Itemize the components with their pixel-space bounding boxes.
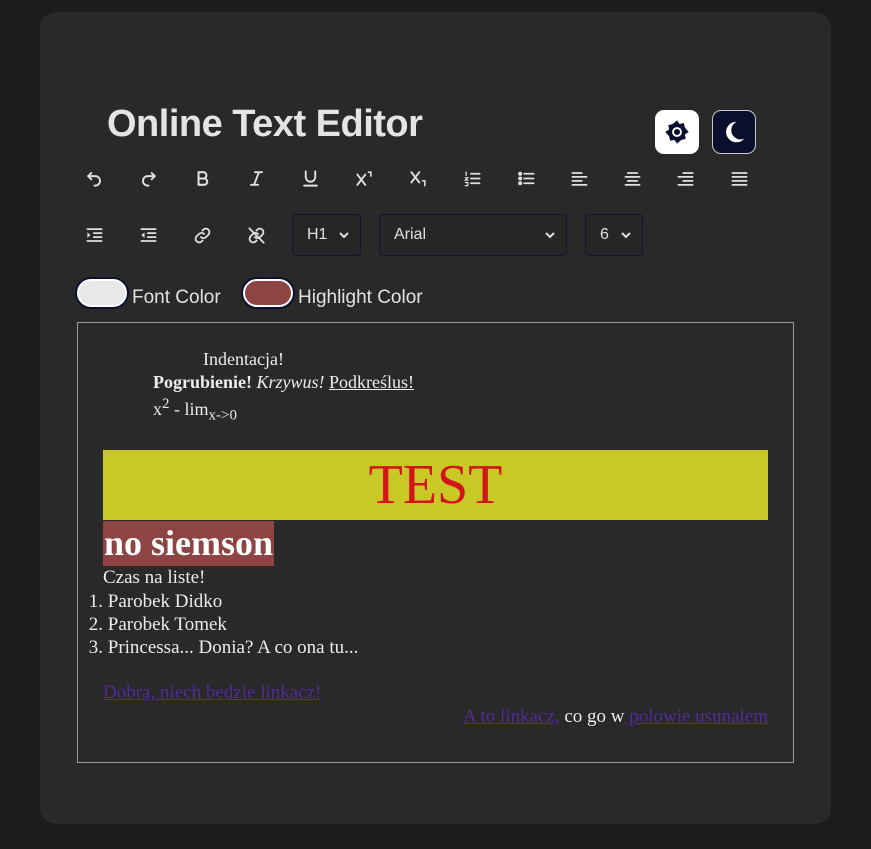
font-family-select[interactable]: Arial <box>379 214 567 256</box>
undo-icon <box>86 171 101 187</box>
light-theme-button[interactable] <box>655 110 699 154</box>
heading-select-value: H1 <box>307 226 328 243</box>
math-subscript: x->0 <box>208 407 237 424</box>
text-editor-area[interactable]: Indentacja! Pogrubienie! Krzywus! Podkre… <box>77 322 794 763</box>
bold-text: Pogrubienie! <box>153 372 252 392</box>
subscript-button[interactable] <box>403 163 433 193</box>
italic-text: Krzywus! <box>256 372 325 392</box>
unlink-button[interactable] <box>241 220 271 250</box>
unlink-icon <box>247 226 265 244</box>
editor-link-3[interactable]: polowie usunalem <box>624 706 768 727</box>
justify-icon <box>731 171 747 186</box>
underline-button[interactable] <box>295 163 325 193</box>
link-button[interactable] <box>187 220 217 250</box>
indent-button[interactable] <box>79 220 109 250</box>
list-item-text: Parobek Tomek <box>107 614 227 635</box>
italic-button[interactable] <box>241 163 271 193</box>
formatting-line: Pogrubienie! Krzywus! Podkreślus! <box>153 372 414 393</box>
redo-icon <box>141 171 156 187</box>
indent-icon <box>86 227 102 242</box>
font-color-label: Font Color <box>132 287 221 308</box>
bold-icon <box>197 170 208 186</box>
superscript-button[interactable] <box>349 163 379 193</box>
underline-text: Podkreślus! <box>329 372 415 392</box>
heading-select[interactable]: H1 <box>292 214 361 256</box>
list-item: 2. Parobek Tomek <box>88 614 227 635</box>
highlight-color-label: Highlight Color <box>298 287 423 308</box>
justify-button[interactable] <box>724 163 754 193</box>
list-item: 1. Parobek Didko <box>88 591 223 612</box>
unordered-list-button[interactable] <box>511 163 541 193</box>
align-right-icon <box>677 171 693 186</box>
font-color-picker[interactable] <box>77 279 127 307</box>
align-center-icon <box>624 171 640 186</box>
undo-button[interactable] <box>79 163 109 193</box>
math-line: x2 - limx->0 <box>153 396 237 425</box>
indented-text: Indentacja! <box>203 349 284 369</box>
page-title: Online Text Editor <box>107 103 423 145</box>
size-select-value: 6 <box>600 226 609 243</box>
math-superscript: 2 <box>162 396 170 412</box>
math-base: x <box>153 399 162 419</box>
ordered-list-icon <box>463 171 480 186</box>
dark-theme-button[interactable] <box>712 110 756 154</box>
highlight-color-picker[interactable] <box>243 279 293 307</box>
moon-icon <box>726 121 745 143</box>
list-item-text: Parobek Didko <box>107 591 223 612</box>
ordered-list-button[interactable] <box>457 163 487 193</box>
underline-icon <box>302 169 318 187</box>
align-right-button[interactable] <box>670 163 700 193</box>
italic-icon <box>249 170 263 186</box>
sun-gear-icon <box>665 120 689 144</box>
chevron-down-icon <box>545 232 555 239</box>
align-center-button[interactable] <box>617 163 647 193</box>
right-aligned-line: A to linkacz, co go w polowie usunalem <box>463 706 768 728</box>
highlighted-heading: no siemson <box>103 521 275 566</box>
test-banner: TEST <box>103 450 768 520</box>
bold-button[interactable] <box>187 163 217 193</box>
chevron-down-icon <box>339 232 349 239</box>
subscript-icon <box>409 170 426 186</box>
link-icon <box>194 227 210 243</box>
font-select-value: Arial <box>394 226 427 243</box>
list-item-text: Princessa... Donia? A co ona tu... <box>107 637 359 658</box>
redo-button[interactable] <box>133 163 163 193</box>
list-item: 3. Princessa... Donia? A co ona tu... <box>88 637 359 658</box>
align-left-icon <box>571 171 587 186</box>
outdent-icon <box>140 227 156 242</box>
outdent-button[interactable] <box>133 220 163 250</box>
editor-link-2[interactable]: A to linkacz, <box>463 706 560 727</box>
plain-text: co go w <box>559 706 625 727</box>
ordered-list: 1. Parobek Didko 2. Parobek Tomek 3. Pri… <box>78 590 359 659</box>
math-mid: - lim <box>169 399 209 419</box>
unordered-list-icon <box>517 171 534 185</box>
chevron-down-icon <box>621 232 631 239</box>
superscript-icon <box>355 170 372 186</box>
list-intro: Czas na liste! <box>103 567 206 588</box>
editor-link[interactable]: Dobra, niech bedzie linkacz! <box>103 682 321 704</box>
font-size-select[interactable]: 6 <box>585 214 643 256</box>
align-left-button[interactable] <box>564 163 594 193</box>
